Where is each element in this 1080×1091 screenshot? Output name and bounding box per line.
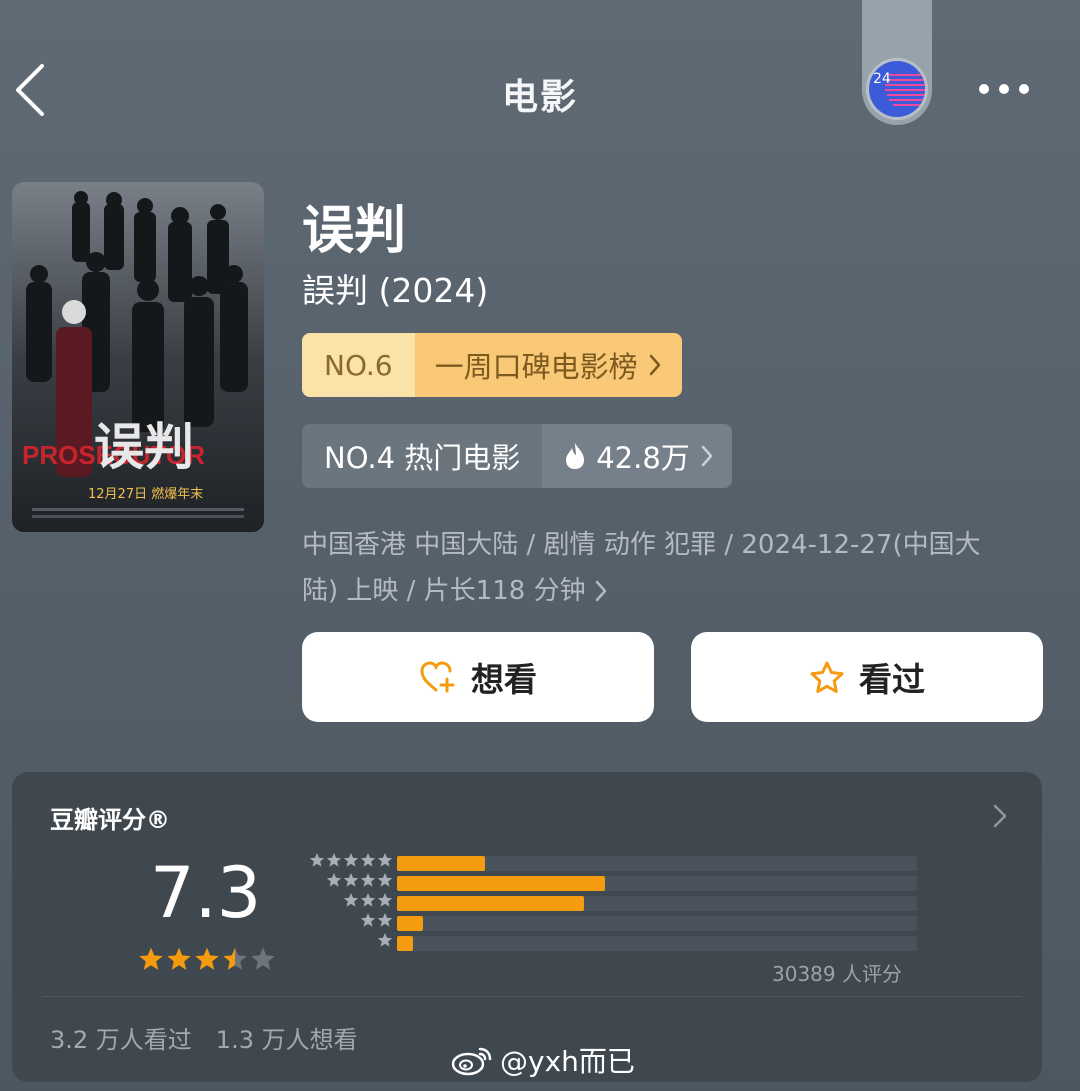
small-star-icon <box>377 933 393 947</box>
chevron-right-icon <box>649 354 660 376</box>
douban-rating-card[interactable]: 豆瓣评分® 7.3 30389 人评分 3.2 万人看过 1.3 万人想看 <box>12 772 1042 1082</box>
distribution-stars <box>326 872 393 888</box>
weekly-rank-badge[interactable]: NO.6 一周口碑电影榜 <box>302 333 682 397</box>
small-star-icon <box>360 893 376 907</box>
distribution-row <box>292 932 932 951</box>
small-star-icon <box>377 853 393 867</box>
distribution-row <box>292 892 932 911</box>
more-button[interactable] <box>976 74 1036 104</box>
small-star-icon <box>377 913 393 927</box>
distribution-stars <box>309 852 393 868</box>
small-star-icon <box>343 853 359 867</box>
star-icon <box>139 947 163 970</box>
divider <box>42 996 1022 997</box>
small-star-icon <box>360 913 376 927</box>
small-star-icon <box>377 873 393 887</box>
star-icon <box>167 947 191 970</box>
meta-line-1: 中国香港 中国大陆 / 剧情 动作 犯罪 / 2024-12-27(中国大 <box>302 530 981 560</box>
weekly-rank-label: 一周口碑电影榜 <box>434 350 638 384</box>
distribution-track <box>397 936 917 951</box>
hot-heat: 42.8万 <box>542 424 732 488</box>
star-icon <box>195 947 219 970</box>
weibo-watermark: @yxh而已 <box>450 1040 635 1080</box>
watermark-text: @yxh而已 <box>500 1045 635 1078</box>
rating-stars <box>138 946 276 972</box>
small-star-icon <box>343 893 359 907</box>
small-star-icon <box>326 853 342 867</box>
rating-count: 30389 人评分 <box>772 962 902 986</box>
small-star-icon <box>326 873 342 887</box>
rating-score: 7.3 <box>150 852 262 934</box>
distribution-row <box>292 872 932 891</box>
small-star-icon <box>343 873 359 887</box>
meta-line-2-wrap: 陆) 上映 / 片长118 分钟 <box>302 568 1022 614</box>
seen-count: 3.2 万人看过 <box>50 1026 192 1054</box>
movie-original-title: 誤判 (2024) <box>302 271 489 310</box>
heart-plus-icon <box>420 661 455 693</box>
poster-date: 12月27日 燃爆年末 <box>88 486 203 502</box>
hot-rank-badge[interactable]: NO.4 热门电影 42.8万 <box>302 424 732 488</box>
watch-stats: 3.2 万人看过 1.3 万人想看 <box>50 1020 358 1055</box>
heat-value: 42.8万 <box>596 441 690 475</box>
distribution-bar <box>397 856 486 871</box>
seen-label: 看过 <box>859 660 925 699</box>
want-label: 想看 <box>471 660 537 699</box>
star-icon <box>251 947 275 970</box>
badge-text: 24 <box>873 71 891 87</box>
movie-poster[interactable]: PROSECUTOR 误判 12月27日 燃爆年末 <box>12 182 264 532</box>
small-star-icon <box>377 893 393 907</box>
top-bar: 电影 24 <box>0 0 1080 180</box>
distribution-bar <box>397 916 423 931</box>
small-star-icon <box>309 853 325 867</box>
distribution-bar <box>397 936 413 951</box>
chevron-right-icon <box>595 580 606 602</box>
meta-line-2: 陆) 上映 / 片长118 分钟 <box>302 576 586 606</box>
weekly-rank-number: NO.6 <box>302 333 415 397</box>
want-count: 1.3 万人想看 <box>215 1026 358 1054</box>
movie-meta-info[interactable]: 中国香港 中国大陆 / 剧情 动作 犯罪 / 2024-12-27(中国大 陆)… <box>302 522 1022 614</box>
distribution-row <box>292 912 932 931</box>
chevron-right-icon <box>701 445 713 467</box>
hot-rank-label: NO.4 热门电影 <box>302 424 543 488</box>
distribution-stars <box>360 912 393 928</box>
rating-title: 豆瓣评分® <box>50 806 170 834</box>
movie-title: 误判 <box>302 201 407 261</box>
distribution-row <box>292 852 932 871</box>
distribution-track <box>397 916 917 931</box>
distribution-bar <box>397 896 585 911</box>
channel-badge-icon[interactable]: 24 <box>866 58 928 120</box>
star-icon <box>223 947 247 970</box>
more-dots-icon <box>979 84 1029 94</box>
distribution-stars <box>343 892 393 908</box>
weibo-logo-icon <box>451 1047 492 1076</box>
flame-icon <box>566 443 585 469</box>
want-to-watch-button[interactable]: 想看 <box>302 632 654 722</box>
watched-button[interactable]: 看过 <box>691 632 1043 722</box>
distribution-stars <box>377 932 393 948</box>
small-star-icon <box>360 853 376 867</box>
chevron-right-icon <box>993 804 1007 828</box>
small-star-icon <box>360 873 376 887</box>
weekly-rank-name: 一周口碑电影榜 <box>414 333 682 397</box>
poster-title: 误判 <box>94 417 194 476</box>
distribution-bar <box>397 876 605 891</box>
star-outline-icon <box>810 661 844 693</box>
